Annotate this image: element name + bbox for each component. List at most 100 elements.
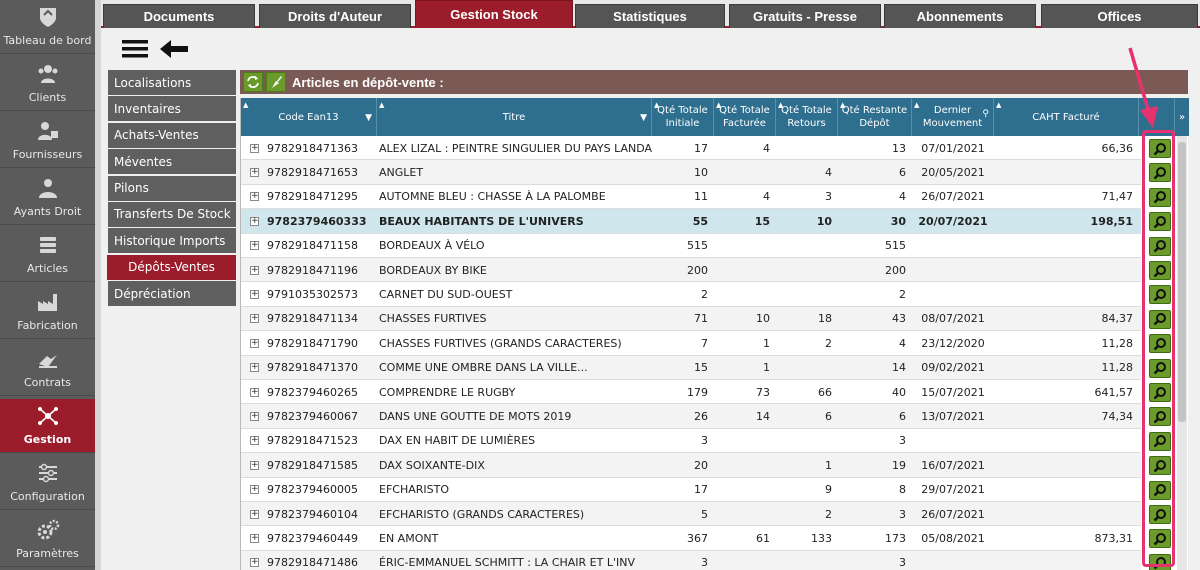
search-icon[interactable]: ⚲ [982,108,989,121]
cell-qte-restante: 3 [899,507,906,521]
nav-item-articles[interactable]: Articles [0,228,95,282]
table-row[interactable]: +9782379460067 DANS UNE GOUTTE DE MOTS 20… [241,404,1171,429]
nav-item-configuration[interactable]: Configuration [0,456,95,510]
column-header-qte-initiale[interactable]: ▲ Qté Totale Initiale [652,98,714,136]
tab-gratuits-presse[interactable]: Gratuits - Presse [729,4,881,28]
submenu-meventes[interactable]: Méventes [108,149,236,175]
row-expander[interactable]: + [250,478,264,502]
submenu-localisations[interactable]: Localisations [108,70,236,95]
scrollbar-thumb[interactable] [1178,142,1186,422]
row-expander[interactable]: + [250,307,264,331]
sort-icon: ▲ [379,101,385,109]
cell-ean: 9782918471158 [267,239,358,253]
row-expander[interactable]: + [250,429,264,453]
cell-qte-restante: 173 [885,531,906,545]
row-expander[interactable]: + [250,331,264,355]
table-row[interactable]: +9782379460265 COMPRENDRE LE RUGBY 179 73 66… [241,380,1171,405]
cell-dernier-mouvement: 07/01/2021 [921,141,985,155]
row-expander[interactable]: + [250,282,264,306]
cell-ean: 9782918471523 [267,434,358,448]
submenu-inventaires[interactable]: Inventaires [108,96,236,122]
table-row[interactable]: +9782918471134 CHASSES FURTIVES 71 10 18 43 08… [241,306,1171,332]
table-row[interactable]: +9782918471523 DAX EN HABIT DE LUMIÈRES 3 3 [241,429,1171,454]
row-expander[interactable]: + [250,185,264,209]
hamburger-menu-icon[interactable] [122,40,148,58]
submenu-pilons[interactable]: Pilons [108,175,236,201]
column-header-qte-facturee[interactable]: ▲ Qté Totale Facturée [714,98,776,136]
column-header-qte-retours[interactable]: ▲ Qté Totale Retours [776,98,838,136]
table-row[interactable]: +9782379460104 EFCHARISTO (GRANDS CARACTE… [241,502,1171,527]
submenu-depreciation[interactable]: Dépréciation [108,281,236,307]
cell-qte-initiale: 15 [694,361,708,375]
submenu-historique-imports[interactable]: Historique Imports [108,228,236,254]
table-row[interactable]: +9782918471363 ALEX LIZAL : PEINTRE SINGU… [241,136,1171,161]
clear-filter-button[interactable] [266,72,286,92]
table-row[interactable]: +9782918471158 BORDEAUX À VÉLO 515 515 [241,234,1171,258]
nav-item-clients[interactable]: Clients [0,57,95,111]
row-expander[interactable]: + [250,502,264,526]
vertical-scrollbar[interactable] [1177,136,1187,570]
table-row[interactable]: +9782918471653 ANGLET 10 4 6 20/05/2021 [241,160,1171,185]
tab-gestion-stock[interactable]: Gestion Stock [415,0,573,28]
column-header-dernier-mouvement[interactable]: ▲ Dernier Mouvement ⚲ [912,98,994,136]
tab-droits-auteur[interactable]: Droits d'Auteur [259,4,411,28]
cell-qte-restante: 6 [899,409,906,423]
filter-icon[interactable]: ▼ [365,112,372,125]
nav-item-fournisseurs[interactable]: Fournisseurs [0,114,95,168]
column-chooser[interactable]: » [1175,98,1189,136]
cell-qte-facturee [714,551,776,570]
row-expander[interactable]: + [250,453,264,477]
tab-statistiques[interactable]: Statistiques [575,4,725,28]
table-row[interactable]: +9791035302573 CARNET DU SUD-OUEST 2 2 [241,282,1171,307]
nav-item-contrats[interactable]: Contrats [0,342,95,396]
cell-qte-initiale: 26 [694,409,708,423]
cell-titre: DAX SOIXANTE-DIX [379,458,485,472]
column-label: Dernier Mouvement [922,105,983,129]
row-expander[interactable]: + [250,234,264,258]
table-row[interactable]: +9782918471295 AUTOMNE BLEU : CHASSE À LA… [241,185,1171,210]
column-header-caht-facture[interactable]: ▲ CAHT Facturé [994,98,1139,136]
nav-item-ayants-droit[interactable]: Ayants Droit [0,171,95,225]
cell-qte-retours [776,429,838,453]
table-row[interactable]: +9782379460005 EFCHARISTO 17 9 8 29/07/2021 [241,478,1171,502]
table-row[interactable]: +9782918471196 BORDEAUX BY BIKE 200 200 [241,258,1171,283]
nav-item-fabrication[interactable]: Fabrication [0,285,95,339]
nav-item-tableau-de-bord[interactable]: Tableau de bord [0,0,95,54]
table-row[interactable]: +9782918471790 CHASSES FURTIVES (GRANDS C… [241,331,1171,356]
nav-item-parametres[interactable]: Paramètres [0,513,95,567]
row-expander[interactable]: + [250,551,264,570]
column-header-qte-restante[interactable]: ▲ Qté Restante Dépôt [838,98,912,136]
cell-ean: 9782918471653 [267,165,358,179]
row-expander[interactable]: + [250,526,264,550]
submenu-achats-ventes[interactable]: Achats-Ventes [108,122,236,148]
submenu-depots-ventes[interactable]: Dépôts-Ventes [107,254,236,280]
tab-abonnements[interactable]: Abonnements [884,4,1036,28]
table-row[interactable]: +9782918471585 DAX SOIXANTE-DIX 20 1 19 16/07… [241,453,1171,478]
back-arrow-icon[interactable] [158,38,190,60]
cell-qte-restante: 14 [892,361,906,375]
row-expander[interactable]: + [250,258,264,282]
row-expander[interactable]: + [250,356,264,380]
table-row[interactable]: +9782379460449 EN AMONT 367 61 133 173 05/08/2… [241,526,1171,551]
tab-offices[interactable]: Offices [1041,4,1198,28]
row-expander[interactable]: + [250,209,264,233]
sort-icon: ▲ [716,101,722,109]
refresh-button[interactable] [243,72,263,92]
row-expander[interactable]: + [250,380,264,404]
table-row[interactable]: +9782918471486 ÉRIC-EMMANUEL SCHMITT : LA… [241,550,1171,570]
row-expander[interactable]: + [250,404,264,428]
cell-caht-facture [994,282,1139,306]
column-header-titre[interactable]: ▲ Titre ▼ [377,98,652,136]
table-row[interactable]: +9782918471370 COMME UNE OMBRE DANS LA VI… [241,355,1171,380]
row-expander[interactable]: + [250,136,264,160]
tab-documents[interactable]: Documents [103,4,255,28]
row-expander[interactable]: + [250,160,264,184]
filter-icon[interactable]: ▼ [640,112,647,125]
cell-caht-facture [994,453,1139,477]
column-header-ean[interactable]: ▲ Code Ean13 ▼ [241,98,377,136]
table-row[interactable]: +9782379460333 BEAUX HABITANTS DE L'UNIVE… [241,209,1171,234]
submenu-transferts-de-stock[interactable]: Transferts De Stock [108,201,236,227]
cell-ean: 9782918471295 [267,190,358,204]
nav-item-gestion[interactable]: Gestion [0,399,95,453]
column-label: Qté Restante Dépôt [841,105,908,129]
